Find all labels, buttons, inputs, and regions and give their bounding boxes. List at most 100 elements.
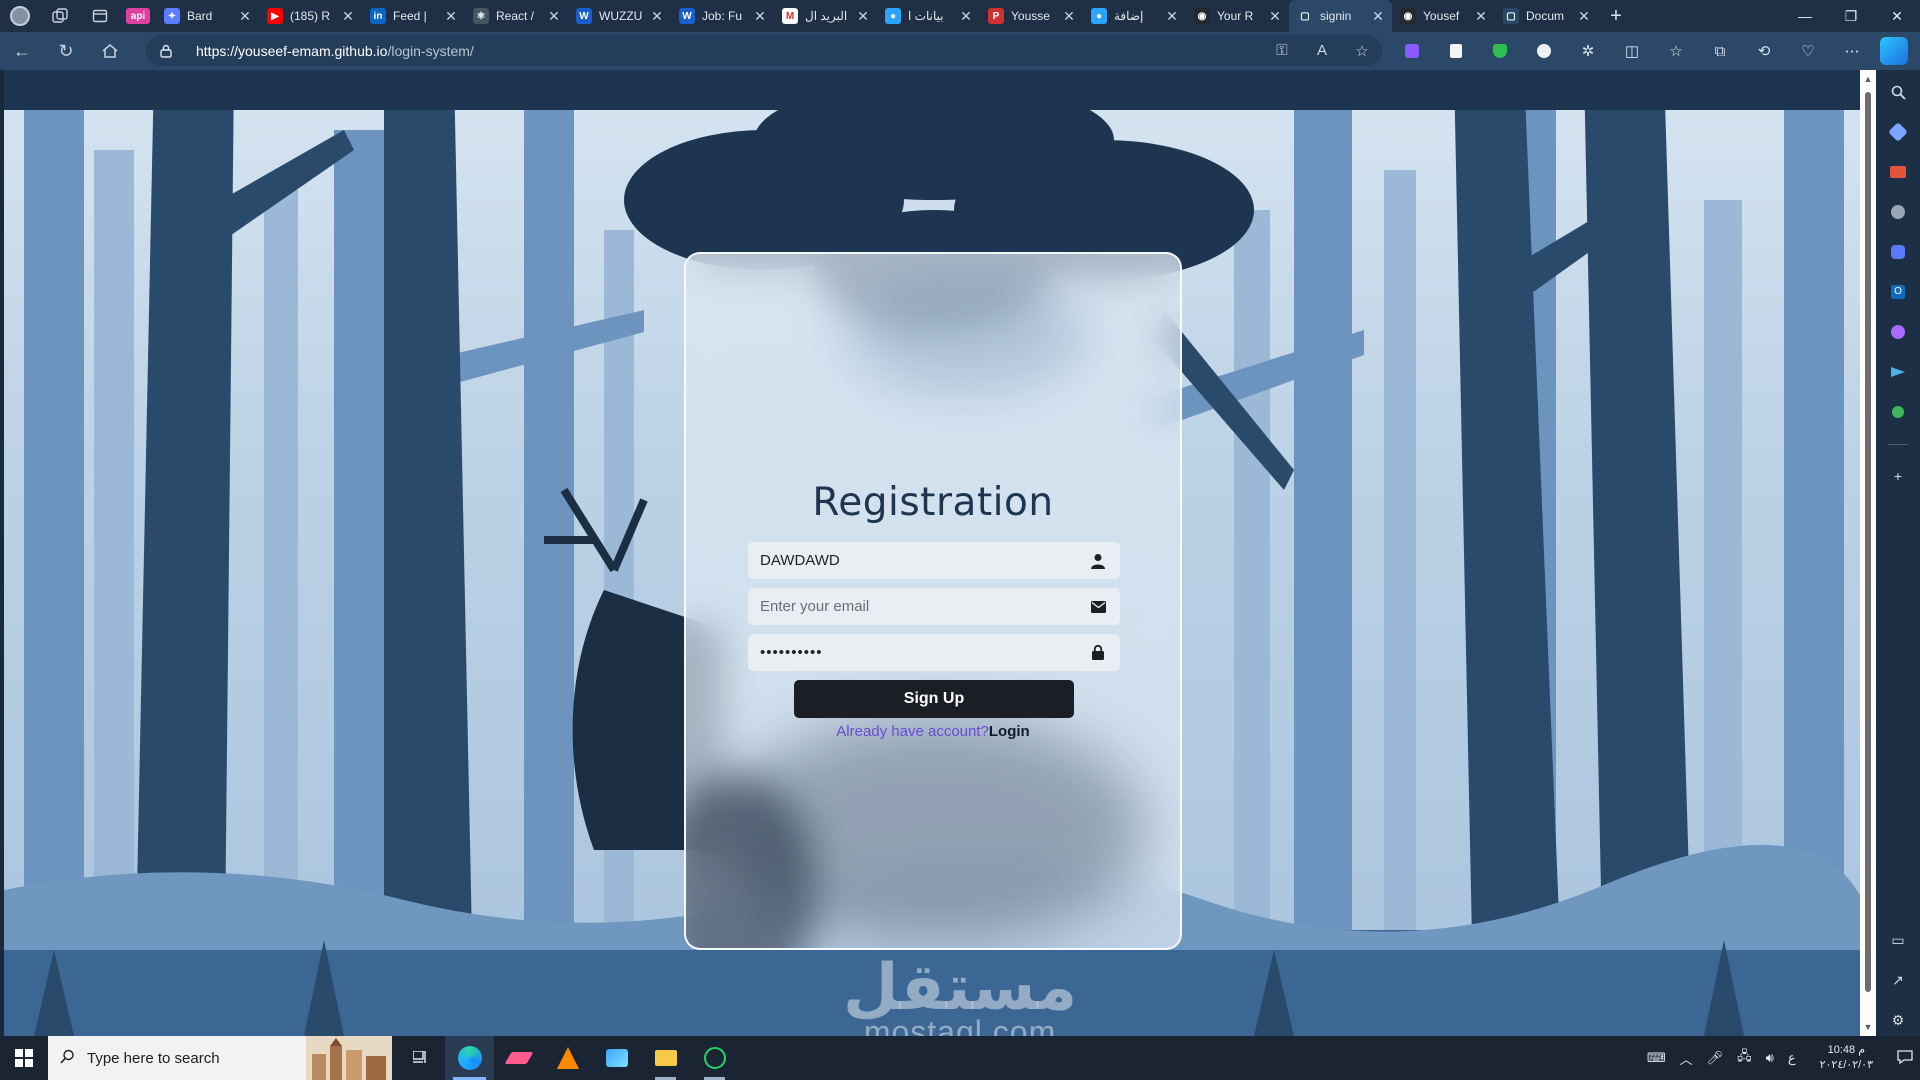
browser-tab[interactable]: ✦ Bard ✕ [156,0,259,32]
extension-circle-icon[interactable] [1522,32,1566,70]
profile-avatar[interactable] [0,0,40,32]
split-screen-icon[interactable]: ◫ [1610,32,1654,70]
tab-close-icon[interactable]: ✕ [752,8,768,25]
microphone-icon[interactable]: 🎤︎ [1700,1050,1731,1066]
home-button[interactable] [88,32,132,70]
email-input[interactable] [760,598,1088,615]
tab-close-icon[interactable]: ✕ [1473,8,1489,25]
close-window-button[interactable]: ✕ [1874,0,1920,32]
browser-tab[interactable]: ◉ Yousef ✕ [1392,0,1495,32]
network-icon[interactable]: 🖧︎ [1730,1047,1759,1069]
tab-close-icon[interactable]: ✕ [1370,8,1386,25]
back-button[interactable]: ← [0,32,44,70]
pen-app-taskbar-icon[interactable] [592,1036,641,1080]
eraser-app-taskbar-icon[interactable] [494,1036,543,1080]
edge-browser-taskbar-icon[interactable] [445,1036,494,1080]
new-tab-button[interactable]: + [1598,0,1634,32]
volume-icon[interactable]: 🔊︎ [1759,1050,1781,1066]
address-bar[interactable]: https://youseef-emam.github.io/login-sys… [146,35,1382,66]
read-aloud-icon[interactable]: A [1302,42,1342,60]
password-input[interactable] [760,644,1088,661]
browser-tab[interactable]: ● بيانات ا ✕ [877,0,980,32]
browser-tab[interactable]: W Job: Fu ✕ [671,0,774,32]
microsoft-365-icon[interactable] [1882,236,1914,268]
restore-button[interactable]: ❐ [1828,0,1874,32]
copilot-icon[interactable] [1880,37,1908,65]
send-icon[interactable] [1882,356,1914,388]
keyboard-layout-icon[interactable]: ⌨ [1640,1050,1673,1066]
extension-note-icon[interactable] [1434,32,1478,70]
tools-briefcase-icon[interactable] [1882,156,1914,188]
tab-close-icon[interactable]: ✕ [649,8,665,25]
browser-tab[interactable]: ▢ Docum ✕ [1495,0,1598,32]
extension-purple-icon[interactable] [1390,32,1434,70]
history-icon[interactable]: ⟲ [1742,32,1786,70]
whatsapp-taskbar-icon[interactable] [690,1036,739,1080]
browser-tab[interactable]: ● إضافة ✕ [1083,0,1186,32]
tab-close-icon[interactable]: ✕ [855,8,871,25]
open-external-icon[interactable]: ↗ [1882,964,1914,996]
performance-icon[interactable]: ♡ [1786,32,1830,70]
hide-sidebar-icon[interactable]: ▭ [1882,924,1914,956]
browser-tab[interactable]: ⚛ React / ✕ [465,0,568,32]
minimize-button[interactable]: — [1782,0,1828,32]
scroll-down-arrow-icon[interactable]: ▼ [1863,1022,1873,1032]
start-button[interactable] [0,1036,48,1080]
tab-close-icon[interactable]: ✕ [1164,8,1180,25]
search-icon[interactable] [1882,76,1914,108]
sign-up-button[interactable]: Sign Up [794,680,1074,718]
outlook-icon[interactable]: O [1882,276,1914,308]
refresh-button[interactable]: ↻ [44,32,88,70]
email-field[interactable] [748,588,1120,625]
tab-close-icon[interactable]: ✕ [1267,8,1283,25]
workspaces-icon[interactable] [40,0,80,32]
tab-close-icon[interactable]: ✕ [1061,8,1077,25]
page-scrollbar[interactable]: ▲ ▼ [1860,70,1876,1036]
designer-icon[interactable] [1882,316,1914,348]
notifications-icon[interactable] [1890,1049,1920,1067]
tab-close-icon[interactable]: ✕ [546,8,562,25]
taskbar-clock[interactable]: 10:48 م ٢٠٢٤/٠٢/٠٣ [1803,1043,1890,1073]
browser-tab[interactable]: ▶ (185) R ✕ [259,0,362,32]
sidebar-settings-gear-icon[interactable]: ⚙ [1882,1004,1914,1036]
tab-close-icon[interactable]: ✕ [340,8,356,25]
shopping-tag-icon[interactable] [1882,116,1914,148]
task-view-icon[interactable] [396,1036,445,1080]
browser-tab[interactable]: P Yousse ✕ [980,0,1083,32]
browser-tab[interactable]: W WUZZU ✕ [568,0,671,32]
tree-icon[interactable] [1882,396,1914,428]
more-menu-icon[interactable]: ⋯ [1830,32,1874,70]
scroll-up-arrow-icon[interactable]: ▲ [1863,74,1873,84]
vlc-taskbar-icon[interactable] [543,1036,592,1080]
tab-title: Docum [1526,9,1565,23]
collections-icon[interactable]: ⧉ [1698,32,1742,70]
show-hidden-icons-chevron-icon[interactable]: ︿ [1673,1049,1700,1068]
tab-close-icon[interactable]: ✕ [237,8,253,25]
extensions-puzzle-icon[interactable]: ✲ [1566,32,1610,70]
browser-tab[interactable]: ◉ Your R ✕ [1186,0,1289,32]
tab-close-icon[interactable]: ✕ [1576,8,1592,25]
file-explorer-taskbar-icon[interactable] [641,1036,690,1080]
taskbar-search-box[interactable]: Type here to search [48,1036,392,1080]
name-field[interactable] [748,542,1120,579]
url-text[interactable]: https://youseef-emam.github.io/login-sys… [196,43,474,59]
password-field[interactable] [748,634,1120,671]
tab-close-icon[interactable]: ✕ [443,8,459,25]
games-icon[interactable] [1882,196,1914,228]
browser-tab[interactable]: in Feed | ✕ [362,0,465,32]
favorite-star-icon[interactable]: ☆ [1342,42,1382,60]
browser-tab[interactable]: ▢ signin ✕ [1289,0,1392,32]
browser-tab[interactable]: M البريد ال ✕ [774,0,877,32]
lock-icon[interactable] [160,44,174,58]
browser-tab[interactable]: api [120,0,156,32]
name-input[interactable] [760,552,1088,569]
tab-close-icon[interactable]: ✕ [958,8,974,25]
favorites-icon[interactable]: ☆ [1654,32,1698,70]
login-link[interactable]: Login [989,723,1030,740]
tab-actions-icon[interactable] [80,0,120,32]
extension-shield-icon[interactable] [1478,32,1522,70]
input-language[interactable]: ع [1781,1050,1803,1066]
scrollbar-thumb[interactable] [1865,92,1871,992]
key-icon[interactable]: ⚿ [1262,42,1302,60]
add-sidebar-app-icon[interactable]: + [1882,460,1914,492]
